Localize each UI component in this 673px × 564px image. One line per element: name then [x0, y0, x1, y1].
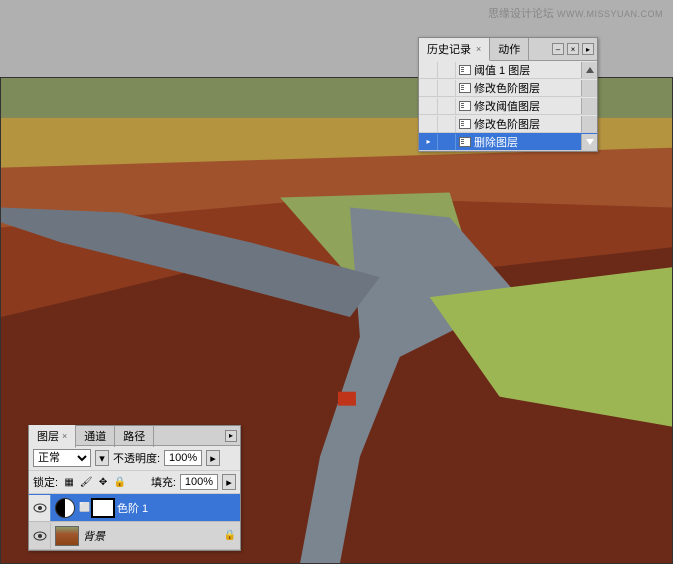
close-icon[interactable]: × [62, 431, 67, 441]
chevron-right-icon[interactable]: ▸ [206, 450, 220, 466]
layer-item[interactable]: 背景 🔒 [29, 522, 240, 550]
lock-label: 锁定: [33, 474, 58, 490]
history-list: 阈值 1 图层 修改色阶图层 修改阈值图层 修改色阶图层 ▸ 删除图层 [419, 61, 597, 151]
history-item[interactable]: 修改阈值图层 [419, 97, 597, 115]
eye-icon [33, 503, 47, 513]
layer-item[interactable]: ⬜ 色阶 1 [29, 494, 240, 522]
lock-icon: 🔒 [224, 530, 236, 541]
layer-icon [459, 101, 471, 111]
visibility-toggle[interactable] [29, 523, 51, 549]
layer-icon [459, 137, 471, 147]
history-item[interactable]: 修改色阶图层 [419, 115, 597, 133]
opacity-input[interactable] [164, 450, 202, 466]
tab-layers[interactable]: 图层× [29, 425, 76, 448]
lock-transparency-icon[interactable]: ▦ [62, 475, 76, 489]
lock-brush-icon[interactable]: 🖌 [79, 475, 93, 489]
layer-name[interactable]: 色阶 1 [117, 500, 240, 516]
blend-mode-select[interactable]: 正常 [33, 449, 91, 467]
layer-thumbnail[interactable] [55, 526, 79, 546]
layers-tabs: 图层× 通道 路径 ▸ [29, 426, 240, 446]
link-icon: ⬜ [79, 502, 89, 513]
history-item[interactable]: 阈值 1 图层 [419, 61, 597, 79]
history-item[interactable]: ▸ 删除图层 [419, 133, 597, 151]
watermark: 思缘设计论坛 WWW.MISSYUAN.COM [488, 5, 663, 21]
mask-thumbnail[interactable] [91, 498, 115, 518]
lock-move-icon[interactable]: ✥ [96, 475, 110, 489]
scroll-down-icon[interactable] [581, 134, 597, 150]
layer-name[interactable]: 背景 [83, 528, 224, 544]
history-panel: 历史记录× 动作 – × ▸ 阈值 1 图层 修改色阶图层 修改阈值图层 [418, 37, 598, 152]
tab-history[interactable]: 历史记录× [419, 38, 490, 61]
layer-icon [459, 83, 471, 93]
scroll-up-icon[interactable] [581, 62, 597, 78]
layers-panel: 图层× 通道 路径 ▸ 正常 ▾ 不透明度: ▸ 锁定: ▦ 🖌 ✥ 🔒 填充:… [28, 425, 241, 551]
history-tabs: 历史记录× 动作 – × ▸ [419, 38, 597, 61]
menu-icon[interactable]: ▸ [582, 43, 594, 55]
eye-icon [33, 531, 47, 541]
fill-input[interactable] [180, 474, 218, 490]
layer-icon [459, 119, 471, 129]
chevron-right-icon[interactable]: ▸ [222, 474, 236, 490]
tab-actions[interactable]: 动作 [490, 38, 529, 60]
visibility-toggle[interactable] [29, 495, 51, 521]
layer-icon [459, 65, 471, 75]
opacity-label: 不透明度: [113, 450, 160, 466]
tab-paths[interactable]: 路径 [115, 425, 154, 447]
fill-label: 填充: [151, 474, 176, 490]
lock-all-icon[interactable]: 🔒 [113, 475, 127, 489]
adjustment-icon [55, 498, 75, 518]
current-marker-icon: ▸ [426, 137, 430, 146]
history-item[interactable]: 修改色阶图层 [419, 79, 597, 97]
close-icon[interactable]: × [567, 43, 579, 55]
tab-channels[interactable]: 通道 [76, 425, 115, 447]
layer-list: ⬜ 色阶 1 背景 🔒 [29, 494, 240, 550]
menu-icon[interactable]: ▸ [225, 430, 237, 442]
minimize-icon[interactable]: – [552, 43, 564, 55]
close-icon[interactable]: × [476, 44, 481, 54]
chevron-down-icon[interactable]: ▾ [95, 450, 109, 466]
